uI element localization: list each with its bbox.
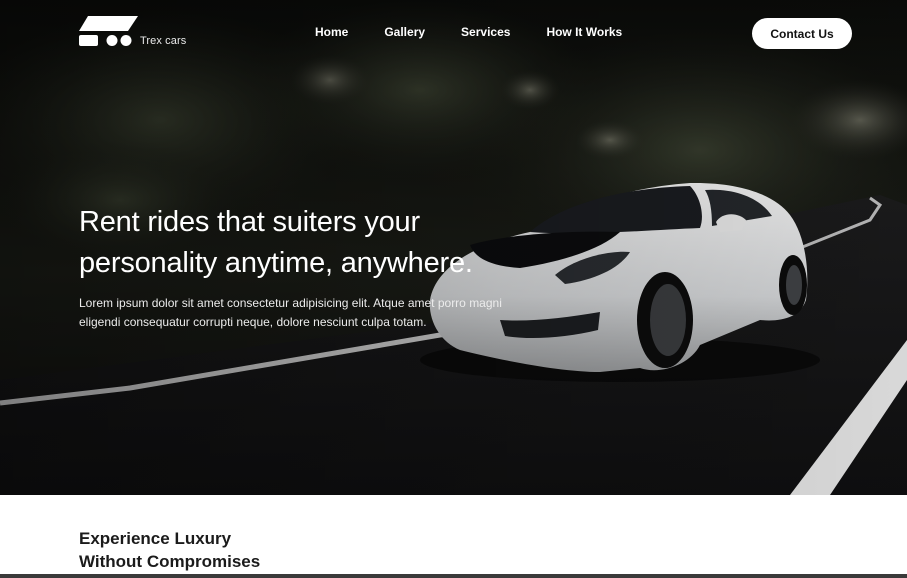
nav-link-gallery[interactable]: Gallery xyxy=(384,25,425,39)
contact-us-button[interactable]: Contact Us xyxy=(752,18,852,49)
hero-title: Rent rides that suiters your personality… xyxy=(79,202,549,284)
brand-logo[interactable]: Trex cars xyxy=(79,15,199,49)
hero-description-line-1: Lorem ipsum dolor sit amet consectetur a… xyxy=(79,296,502,310)
hero-title-line-2: personality anytime, anywhere. xyxy=(79,247,473,279)
navbar: Trex cars Home Gallery Services How It W… xyxy=(0,0,907,66)
section-title: Experience Luxury Without Compromises xyxy=(79,527,379,573)
nav-link-services[interactable]: Services xyxy=(461,25,510,39)
brand-name: Trex cars xyxy=(140,35,187,47)
nav-link-how-it-works[interactable]: How It Works xyxy=(546,25,622,39)
window-bottom-border xyxy=(0,574,907,578)
car-logo-icon xyxy=(79,16,138,46)
hero-description: Lorem ipsum dolor sit amet consectetur a… xyxy=(79,294,579,332)
hero-title-line-1: Rent rides that suiters your xyxy=(79,206,420,238)
section-title-line-1: Experience Luxury xyxy=(79,529,232,548)
features-section: Experience Luxury Without Compromises xyxy=(0,495,907,578)
nav-link-home[interactable]: Home xyxy=(315,25,348,39)
section-title-line-2: Without Compromises xyxy=(79,552,261,571)
hero-description-line-2: eligendi consequatur corrupti neque, dol… xyxy=(79,315,427,329)
hero-section: Trex cars Home Gallery Services How It W… xyxy=(0,0,907,495)
nav-links: Home Gallery Services How It Works xyxy=(315,25,622,39)
